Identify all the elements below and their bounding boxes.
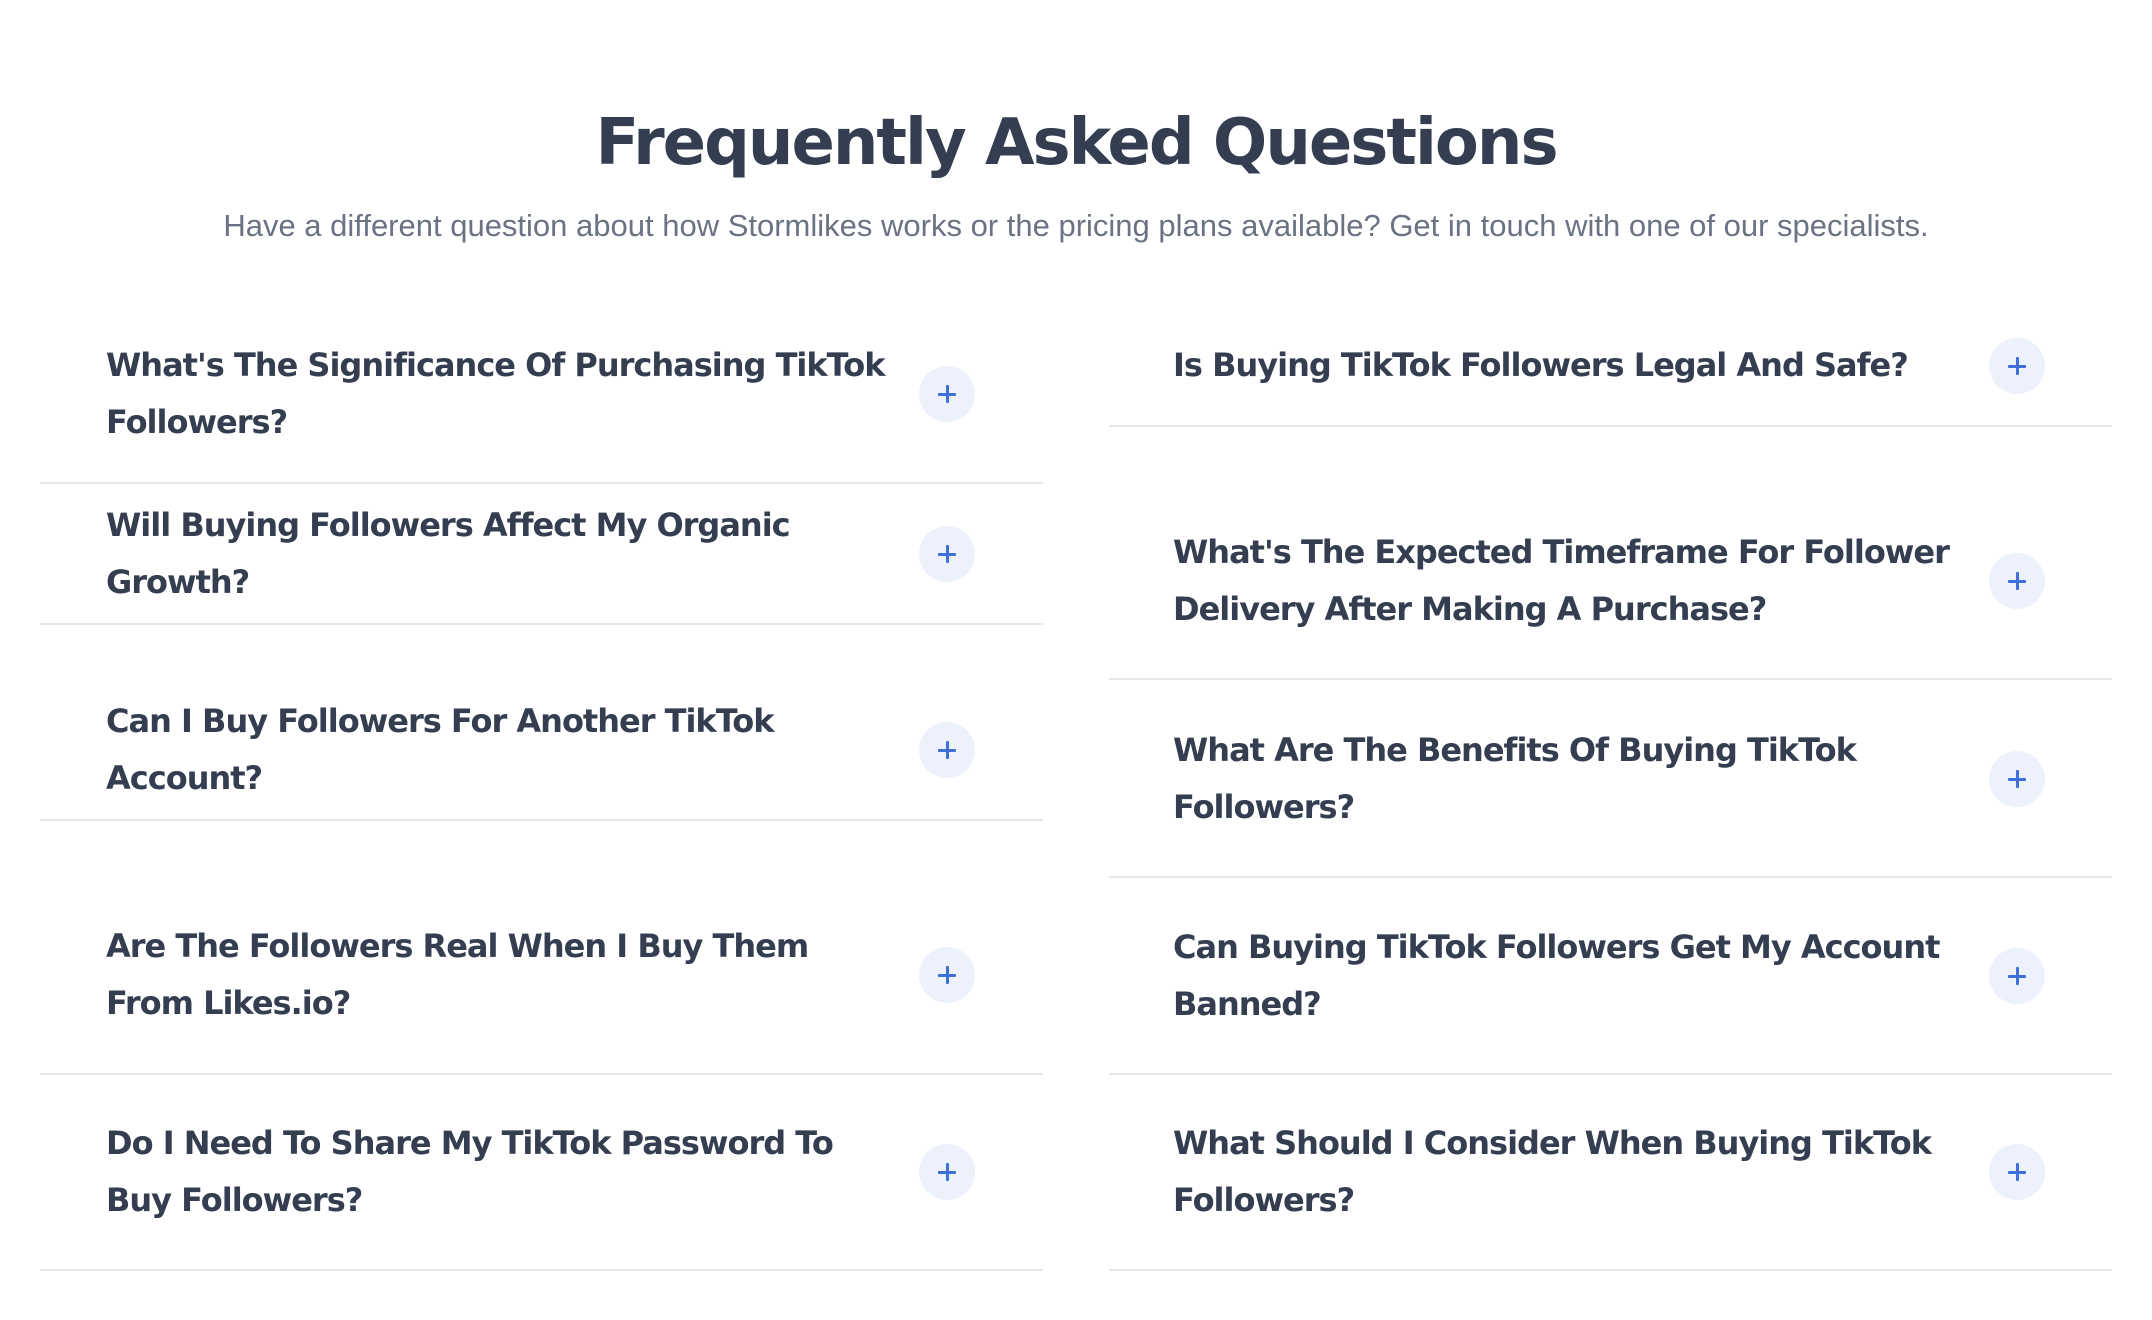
faq-item[interactable]: What Are The Benefits Of Buying TikTok F… (1109, 681, 2112, 878)
faq-question: Will Buying Followers Affect My Organic … (106, 505, 791, 601)
plus-icon[interactable] (919, 366, 975, 422)
faq-question: Are The Followers Real When I Buy Them F… (106, 927, 809, 1022)
plus-icon[interactable] (1989, 337, 2045, 394)
faq-question: Is Buying TikTok Followers Legal And Saf… (1173, 346, 1909, 384)
faq-item[interactable]: What's The Significance Of Purchasing Ti… (40, 306, 1043, 484)
faq-item[interactable]: What Should I Consider When Buying TikTo… (1109, 1075, 2112, 1271)
faq-item[interactable]: What's The Expected Timeframe For Follow… (1109, 484, 2112, 680)
faq-item[interactable]: Can I Buy Followers For Another TikTok A… (40, 681, 1043, 821)
plus-icon[interactable] (919, 947, 975, 1003)
faq-question: Can Buying TikTok Followers Get My Accou… (1173, 927, 1940, 1023)
plus-icon[interactable] (1989, 553, 2045, 609)
faq-item[interactable]: Do I Need To Share My TikTok Password To… (40, 1075, 1043, 1271)
faq-question: What's The Significance Of Purchasing Ti… (106, 346, 886, 441)
faq-item[interactable]: Is Buying TikTok Followers Legal And Saf… (1109, 306, 2112, 427)
plus-icon[interactable] (919, 525, 975, 582)
faq-question: Can I Buy Followers For Another TikTok A… (106, 702, 775, 797)
plus-icon[interactable] (1989, 947, 2045, 1004)
faq-item[interactable]: Are The Followers Real When I Buy Them F… (40, 877, 1043, 1075)
plus-icon[interactable] (919, 722, 975, 778)
faq-question: What's The Expected Timeframe For Follow… (1173, 533, 1950, 628)
plus-icon[interactable] (1989, 750, 2045, 807)
faq-question: What Should I Consider When Buying TikTo… (1173, 1124, 1932, 1219)
faq-item[interactable]: Will Buying Followers Affect My Organic … (40, 484, 1043, 625)
page-subtitle: Have a different question about how Stor… (223, 208, 1929, 243)
plus-icon[interactable] (919, 1144, 975, 1200)
plus-icon[interactable] (1989, 1144, 2045, 1200)
faq-question: What Are The Benefits Of Buying TikTok F… (1173, 730, 1857, 826)
faq-item[interactable]: Can Buying TikTok Followers Get My Accou… (1109, 878, 2112, 1075)
page-title: Frequently Asked Questions (595, 105, 1558, 180)
faq-question: Do I Need To Share My TikTok Password To… (106, 1124, 834, 1219)
